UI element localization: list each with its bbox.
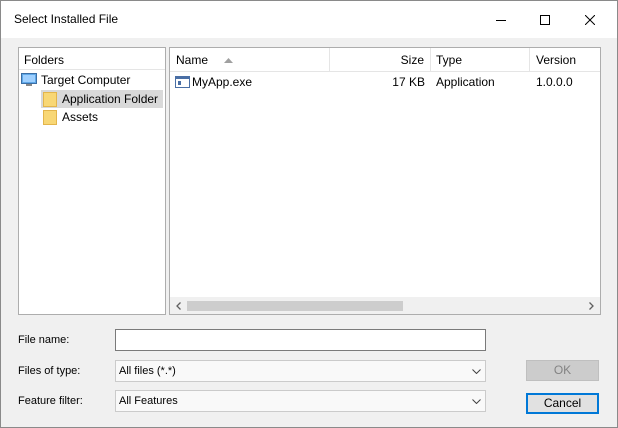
tree-item-label: Application Folder — [62, 92, 159, 106]
folder-icon — [43, 91, 57, 107]
column-header-size[interactable]: Size — [330, 48, 431, 72]
tree-item-label: Assets — [62, 110, 99, 124]
close-icon — [585, 14, 595, 25]
file-name-input[interactable] — [115, 329, 486, 351]
tree-item-label: Target Computer — [41, 73, 131, 87]
title-bar: Select Installed File — [1, 1, 617, 38]
chevron-down-icon — [472, 361, 481, 381]
files-list[interactable]: Name Size Type Version MyApp.exe 17 KB A… — [169, 47, 601, 315]
minimize-button[interactable] — [478, 1, 524, 38]
feature-filter-select[interactable]: All Features — [115, 390, 486, 412]
cancel-button[interactable]: Cancel — [526, 393, 599, 414]
feature-filter-label: Feature filter: — [18, 395, 83, 407]
folders-panel[interactable]: Folders Target Computer Application Fold… — [18, 47, 166, 315]
files-of-type-select[interactable]: All files (*.*) — [115, 360, 486, 382]
ok-button[interactable]: OK — [526, 360, 599, 381]
files-of-type-label: Files of type: — [18, 365, 81, 377]
list-header: Name Size Type Version — [170, 48, 600, 72]
minimize-icon — [496, 19, 506, 21]
select-installed-file-dialog: Select Installed File Folders Target Com… — [0, 0, 618, 428]
exe-file-icon — [175, 76, 190, 88]
tree-item-application-folder[interactable]: Application Folder — [41, 90, 163, 108]
file-type-cell: Application — [436, 75, 495, 89]
files-of-type-value: All files (*.*) — [119, 365, 176, 377]
chevron-right-icon — [589, 301, 594, 310]
feature-filter-value: All Features — [119, 395, 178, 407]
column-header-name[interactable]: Name — [170, 48, 330, 72]
tree-item-assets[interactable]: Assets — [41, 108, 163, 126]
scroll-thumb[interactable] — [187, 301, 403, 311]
table-row[interactable]: MyApp.exe 17 KB Application 1.0.0.0 — [170, 72, 600, 92]
horizontal-scrollbar[interactable] — [170, 297, 600, 314]
maximize-icon — [540, 14, 550, 25]
file-size-cell: 17 KB — [392, 75, 425, 89]
file-version-cell: 1.0.0.0 — [536, 75, 573, 89]
file-name-label: File name: — [18, 334, 70, 346]
file-name-cell: MyApp.exe — [192, 75, 253, 89]
chevron-down-icon — [472, 391, 481, 411]
scroll-left-button[interactable] — [170, 297, 187, 314]
sort-ascending-icon — [224, 58, 233, 63]
close-button[interactable] — [567, 1, 613, 38]
folder-icon — [43, 109, 57, 125]
column-label: Name — [176, 53, 209, 67]
scroll-right-button[interactable] — [583, 297, 600, 314]
computer-icon — [21, 73, 37, 86]
folders-header: Folders — [19, 48, 165, 70]
chevron-left-icon — [176, 301, 181, 310]
column-header-type[interactable]: Type — [431, 48, 530, 72]
maximize-button[interactable] — [522, 1, 568, 38]
tree-item-target-computer[interactable]: Target Computer — [21, 71, 163, 89]
column-header-version[interactable]: Version — [530, 48, 600, 72]
window-title: Select Installed File — [14, 12, 119, 26]
